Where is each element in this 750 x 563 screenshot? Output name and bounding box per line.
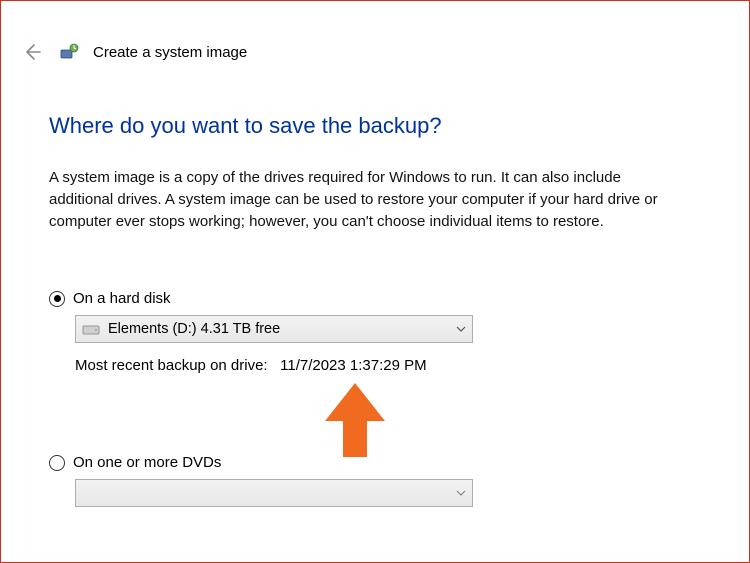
back-button[interactable] bbox=[19, 39, 45, 65]
window-frame: Create a system image Where do you want … bbox=[0, 0, 750, 563]
hard-drive-icon bbox=[82, 322, 100, 336]
drive-select-value: Elements (D:) 4.31 TB free bbox=[108, 321, 450, 337]
most-recent-backup-label: Most recent backup on drive: bbox=[75, 357, 268, 374]
drive-select-combo[interactable]: Elements (D:) 4.31 TB free bbox=[75, 315, 473, 343]
back-arrow-icon bbox=[22, 42, 42, 62]
most-recent-backup: Most recent backup on drive: 11/7/2023 1… bbox=[75, 357, 701, 374]
wizard-header: Create a system image bbox=[19, 39, 247, 65]
system-image-icon bbox=[59, 42, 79, 62]
page-description: A system image is a copy of the drives r… bbox=[49, 167, 689, 232]
most-recent-backup-value: 11/7/2023 1:37:29 PM bbox=[280, 357, 427, 374]
wizard-title: Create a system image bbox=[93, 44, 247, 61]
radio-dvd[interactable] bbox=[49, 455, 65, 471]
content-area: Where do you want to save the backup? A … bbox=[49, 113, 701, 507]
radio-hard-disk[interactable] bbox=[49, 291, 65, 307]
dvd-select-combo[interactable] bbox=[75, 479, 473, 507]
option-dvd[interactable]: On one or more DVDs bbox=[49, 454, 701, 471]
chevron-down-icon bbox=[450, 326, 472, 332]
option-hard-disk[interactable]: On a hard disk bbox=[49, 290, 701, 307]
option-dvd-label: On one or more DVDs bbox=[73, 454, 221, 471]
page-heading: Where do you want to save the backup? bbox=[49, 113, 701, 139]
option-hard-disk-label: On a hard disk bbox=[73, 290, 171, 307]
chevron-down-icon bbox=[450, 490, 472, 496]
